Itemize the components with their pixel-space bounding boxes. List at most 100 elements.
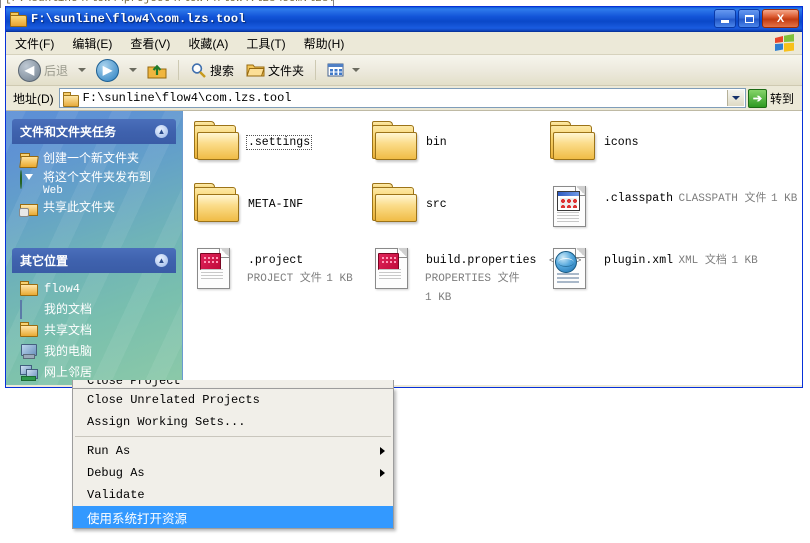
views-button[interactable] [321,59,370,81]
generic-file-icon [192,247,238,289]
task-publish-web[interactable]: 将这个文件夹发布到 Web [20,169,170,199]
menu-help[interactable]: 帮助(H) [295,33,354,54]
my-documents-icon [20,300,37,320]
file-size: 1 KB [425,291,452,304]
folders-button[interactable]: 文件夹 [240,59,310,82]
menu-edit[interactable]: 编辑(E) [63,33,121,54]
file-tasks-title: 文件和文件夹任务 [20,125,117,139]
collapse-chevron-icon[interactable]: ▲ [155,125,168,138]
file-item-classpath[interactable]: .classpath CLASSPATH 文件 1 KB [545,183,802,235]
place-network-places[interactable]: 网上邻居 [20,361,170,382]
screen-root: [F:\sunline\flow4\project\flow4\flow4.lz… [0,0,810,543]
file-item-plugin-xml[interactable]: < > plugin.xml XML 文档 1 KB [545,245,802,297]
other-places-header[interactable]: 其它位置 ▲ [12,248,176,274]
task-new-folder[interactable]: 创建一个新文件夹 [19,150,170,169]
menu-view[interactable]: 查看(V) [121,33,179,54]
file-list[interactable]: .settings bin icons META-INF src .classp… [183,111,802,385]
context-menu-item-open-with-system[interactable]: 使用系统打开资源 [73,506,393,528]
file-item-project[interactable]: .project PROJECT 文件 1 KB [189,245,367,297]
place-my-computer[interactable]: 我的电脑 [20,340,170,361]
file-item-src[interactable]: src [367,183,545,235]
context-menu-item-label: Close Unrelated Projects [87,393,260,407]
window-title: F:\sunline\flow4\com.lzs.tool [31,12,246,26]
place-my-documents[interactable]: 我的文档 [20,298,170,320]
forward-history-chevron-down-icon[interactable] [129,68,138,72]
file-item-bin[interactable]: bin [367,121,545,173]
new-folder-icon [19,152,39,168]
place-shared-documents-label: 共享文档 [44,323,93,338]
file-size: 1 KB [731,255,758,267]
file-tasks-panel: 文件和文件夹任务 ▲ 创建一个新文件夹 将这个文件夹发布到 Web 共享此文件夹 [12,119,176,226]
context-menu-item-run-as[interactable]: Run As [73,440,393,462]
folder-icon [370,121,417,163]
menu-tools[interactable]: 工具(T) [237,33,294,54]
folder-icon [192,121,239,163]
address-label: 地址(D) [13,91,54,106]
maximize-button[interactable] [738,9,760,28]
task-publish-web-sub: Web [43,184,63,197]
place-my-computer-label: 我的电脑 [44,344,93,359]
minimize-button[interactable] [714,9,736,28]
folder-icon [192,183,239,225]
context-menu-item-assign-working-sets[interactable]: Assign Working Sets... [73,411,393,433]
up-button[interactable] [141,58,173,83]
close-button[interactable]: X [762,9,799,28]
address-chevron-down-icon[interactable] [726,90,744,106]
place-shared-documents[interactable]: 共享文档 [20,319,170,340]
place-flow4[interactable]: flow4 [20,279,170,298]
share-folder-icon [19,201,38,218]
menu-favorites[interactable]: 收藏(A) [179,33,237,54]
context-menu-item-close-unrelated-projects[interactable]: Close Unrelated Projects [73,389,393,411]
file-tasks-header[interactable]: 文件和文件夹任务 ▲ [12,119,176,144]
file-item-icons[interactable]: icons [545,121,802,173]
file-item-meta-inf[interactable]: META-INF [189,183,367,235]
go-label: 转到 [769,91,794,106]
explorer-window: F:\sunline\flow4\com.lzs.tool X 文件(F) 编辑… [5,6,803,388]
search-icon [191,62,206,78]
file-item-build-properties[interactable]: build.properties PROPERTIES 文件 1 KB [367,245,545,304]
back-history-chevron-down-icon[interactable] [78,68,87,72]
other-places-title: 其它位置 [20,254,69,269]
file-name: bin [426,136,447,149]
views-chevron-down-icon[interactable] [352,68,361,72]
place-flow4-label: flow4 [44,281,81,296]
place-network-places-label: 网上邻居 [44,365,93,380]
menu-bar: 文件(F) 编辑(E) 查看(V) 收藏(A) 工具(T) 帮助(H) [6,32,802,55]
address-input[interactable]: F:\sunline\flow4\com.lzs.tool [58,88,746,108]
context-menu-item-label: Run As [87,444,131,458]
folder-icon [548,121,595,163]
forward-button[interactable]: ▶ [90,56,125,85]
window-body: 文件和文件夹任务 ▲ 创建一个新文件夹 将这个文件夹发布到 Web 共享此文件夹… [6,111,802,385]
publish-web-icon [20,170,37,189]
file-name: META-INF [248,198,304,211]
file-grid: .settings bin icons META-INF src .classp… [183,121,802,304]
context-menu-item-debug-as[interactable]: Debug As [73,462,393,484]
file-type: XML 文档 [678,255,727,267]
context-menu-item-validate[interactable]: Validate [73,484,393,506]
file-item-settings[interactable]: .settings [189,121,367,173]
back-button[interactable]: ◀ 后退 [12,56,74,85]
background-strip-text: [F:\sunline\flow4\project\flow4\flow4.lz… [5,0,333,5]
window-controls: X [714,9,799,28]
go-button[interactable]: ➔ 转到 [746,88,798,109]
classpath-file-icon [548,185,594,227]
other-places-body: flow4 我的文档 共享文档 我的电脑 网上邻居 [12,273,176,385]
task-new-folder-label: 创建一个新文件夹 [43,151,140,165]
windows-flag-icon [775,34,794,52]
submenu-arrow-icon [380,469,385,477]
task-share-folder[interactable]: 共享此文件夹 [19,199,170,218]
file-type: PROJECT 文件 [247,273,322,285]
menu-file[interactable]: 文件(F) [6,33,63,54]
folder-icon [10,12,27,27]
task-share-folder-label: 共享此文件夹 [43,200,116,215]
file-name: .project [248,254,304,267]
file-tasks-body: 创建一个新文件夹 将这个文件夹发布到 Web 共享此文件夹 [12,144,176,226]
search-label: 搜索 [210,63,235,78]
search-button[interactable]: 搜索 [184,59,240,82]
context-menu-item-label: Debug As [87,466,145,480]
context-menu-item-label: Validate [87,488,145,502]
collapse-chevron-icon[interactable]: ▲ [155,254,168,268]
file-name: .settings [245,135,313,150]
network-places-icon [20,364,38,381]
forward-arrow-icon: ▶ [96,58,120,82]
